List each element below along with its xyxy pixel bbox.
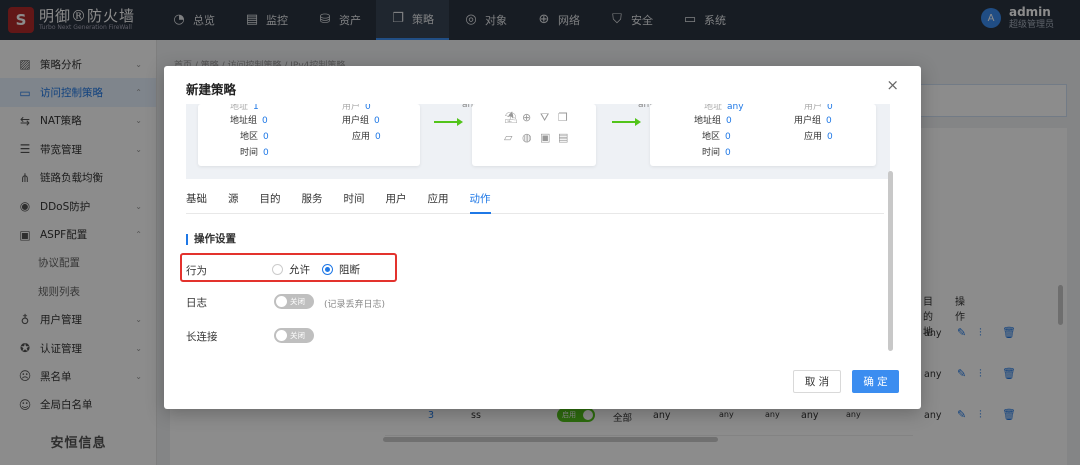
src-addr: 地址 1	[230, 104, 259, 112]
dialog-scrollbar[interactable]	[888, 171, 893, 351]
tab-basic[interactable]: 基础	[186, 192, 207, 214]
message-icon: ▣	[540, 131, 551, 144]
destination-card[interactable]: 地址 any 用户 0 地址组 0 用户组 0 地区 0 应用 0 时间 0	[650, 104, 876, 166]
tab-destination[interactable]: 目的	[260, 192, 281, 214]
tab-action[interactable]: 动作	[469, 192, 491, 214]
folder-icon: ▱	[504, 131, 513, 144]
document-icon: ▤	[558, 131, 569, 144]
src-user: 用户 0	[342, 104, 371, 112]
src-addrgroup: 地址组 0	[230, 116, 268, 126]
src-app: 应用 0	[352, 132, 381, 142]
source-card[interactable]: 地址 1 用户 0 地址组 0 用户组 0 地区 0 应用 0 时间 0	[198, 104, 420, 166]
log-hint: (记录丢弃日志)	[324, 300, 386, 310]
src-usergroup: 用户组 0	[342, 116, 380, 126]
section-title: 操作设置	[186, 234, 236, 245]
long-connection-label: 长连接	[186, 331, 218, 343]
log-label: 日志	[186, 297, 207, 309]
new-policy-dialog: 新建策略 × 地址 1 用户 0 地址组 0 用户组 0 地区 0 应用 0 时间 0 any…	[164, 66, 921, 409]
cloud-icon: ⛱	[504, 111, 518, 124]
long-connection-toggle[interactable]: 关闭	[274, 328, 314, 343]
cancel-button[interactable]: 取 消	[793, 370, 841, 393]
dst-usergroup: 用户组 0	[794, 116, 832, 126]
policy-flow-diagram: 地址 1 用户 0 地址组 0 用户组 0 地区 0 应用 0 时间 0 any ⛱ ⊕ ⛛ …	[186, 104, 890, 179]
dst-region: 地区 0	[702, 132, 731, 142]
tab-user[interactable]: 用户	[386, 192, 407, 214]
tab-application[interactable]: 应用	[428, 192, 449, 214]
policy-tabs: 基础 源 目的 服务 时间 用户 应用 动作	[186, 192, 884, 214]
tab-source[interactable]: 源	[228, 192, 239, 214]
filter-icon: ⛛	[540, 111, 550, 124]
dst-time: 时间 0	[702, 148, 731, 158]
log-toggle[interactable]: 关闭	[274, 294, 314, 309]
service-card[interactable]: ⛱ ⊕ ⛛ ❐ ▱ ◍ ▣ ▤	[472, 104, 596, 166]
confirm-button[interactable]: 确 定	[852, 370, 899, 393]
tab-time[interactable]: 时间	[344, 192, 365, 214]
dst-user: 用户 0	[804, 104, 833, 112]
src-region: 地区 0	[240, 132, 269, 142]
allow-arrow	[612, 118, 641, 126]
src-time: 时间 0	[240, 148, 269, 158]
globe-icon: ⊕	[522, 111, 532, 124]
dst-addr: 地址 any	[704, 104, 744, 112]
tab-service[interactable]: 服务	[302, 192, 323, 214]
compass-icon: ◍	[522, 131, 532, 144]
dst-app: 应用 0	[804, 132, 833, 142]
dialog-title: 新建策略	[186, 82, 237, 97]
allow-arrow	[434, 118, 463, 126]
dst-addrgroup: 地址组 0	[694, 116, 732, 126]
copy-icon: ❐	[558, 111, 568, 124]
close-icon[interactable]: ×	[886, 76, 899, 94]
behavior-highlight-box	[180, 253, 397, 282]
